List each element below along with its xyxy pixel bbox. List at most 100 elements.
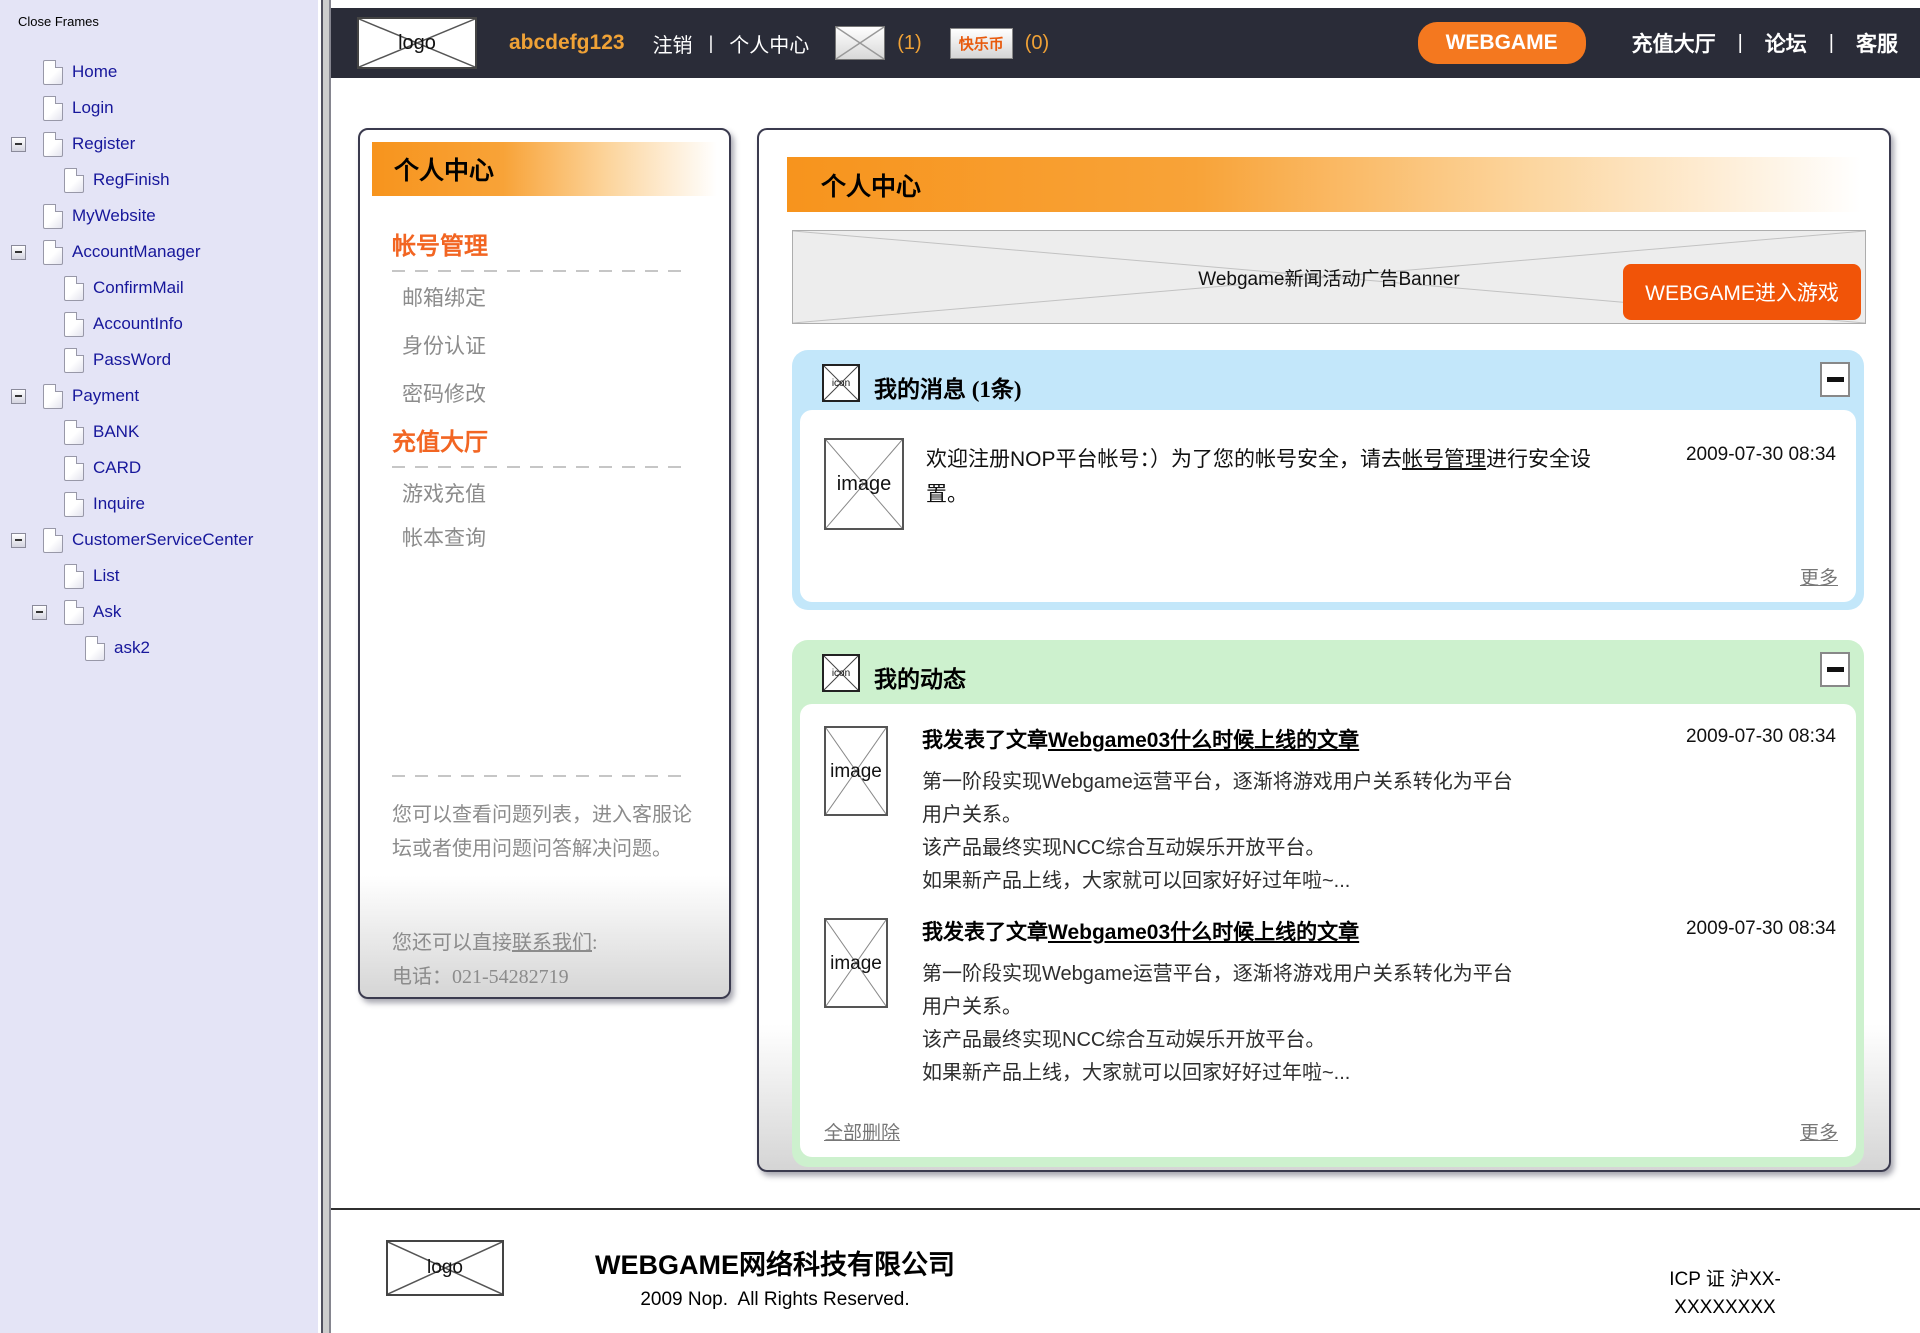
customer-service-link[interactable]: 客服 (1856, 28, 1898, 58)
sidebar-item-label: AccountInfo (93, 314, 183, 334)
page-icon (43, 240, 63, 265)
feed-article-link[interactable]: Webgame03什么时候上线的文章 (1048, 921, 1359, 944)
message-text: 欢迎注册NOP平台帐号：）为了您的帐号安全，请去帐号管理进行安全设置。 (926, 442, 1616, 512)
sidebar-item-mywebsite[interactable]: MyWebsite (0, 198, 318, 234)
menu-item-identity[interactable]: 身份认证 (402, 330, 486, 360)
sidebar-item-ask[interactable]: Ask (0, 594, 318, 630)
page-icon (43, 528, 63, 553)
menu-item-ledger[interactable]: 帐本查询 (402, 522, 486, 552)
username[interactable]: abcdefg123 (509, 31, 625, 55)
feed-image-placeholder: image (824, 726, 888, 816)
sidebar-item-confirmmail[interactable]: ConfirmMail (0, 270, 318, 306)
sidebar-item-label: List (93, 566, 119, 586)
collapse-icon[interactable] (11, 389, 26, 404)
contact-line: 您还可以直接联系我们: (392, 926, 598, 955)
recharge-hall-link[interactable]: 充值大厅 (1632, 28, 1716, 58)
close-frames-link[interactable]: Close Frames (18, 14, 99, 29)
happy-coin-badge[interactable]: 快乐币 (950, 28, 1013, 59)
forum-link[interactable]: 论坛 (1765, 28, 1807, 58)
menu-item-mail-bind[interactable]: 邮箱绑定 (402, 282, 486, 312)
feed-article-link[interactable]: Webgame03什么时候上线的文章 (1048, 729, 1359, 752)
separator: | (1829, 32, 1834, 55)
feed-item-title: 我发表了文章Webgame03什么时候上线的文章 (922, 724, 1359, 754)
sidebar-item-home[interactable]: Home (0, 54, 318, 90)
frames-sidebar: Close Frames Home Login Register RegFini… (0, 0, 318, 1333)
top-bar: logo abcdefg123 注销 | 个人中心 (1) 快乐币 (0) WE… (331, 8, 1920, 78)
feed-more-link[interactable]: 更多 (1800, 1118, 1838, 1145)
enter-game-button[interactable]: WEBGAME进入游戏 (1623, 264, 1861, 320)
collapse-icon[interactable] (32, 605, 47, 620)
minimize-button[interactable] (1820, 652, 1850, 687)
sidebar-item-ask2[interactable]: ask2 (0, 630, 318, 666)
sidebar-item-regfinish[interactable]: RegFinish (0, 162, 318, 198)
page: Close Frames Home Login Register RegFini… (0, 0, 1920, 1333)
page-icon (43, 60, 63, 85)
frame-divider[interactable] (318, 0, 331, 1333)
sidebar-item-label: Ask (93, 602, 121, 622)
icp-license: ICP 证 沪XX- XXXXXXXX (1620, 1266, 1830, 1322)
page-icon (64, 600, 84, 625)
messages-more-link[interactable]: 更多 (1800, 563, 1838, 590)
site-logo[interactable]: logo (357, 17, 477, 69)
mail-count: (1) (897, 32, 921, 55)
message-image-placeholder: image (824, 438, 904, 530)
sidebar-item-payment[interactable]: Payment (0, 378, 318, 414)
page-icon (64, 348, 84, 373)
footer-divider (331, 1208, 1920, 1210)
sidebar-item-password[interactable]: PassWord (0, 342, 318, 378)
collapse-icon[interactable] (11, 245, 26, 260)
feed-item: image 我发表了文章Webgame03什么时候上线的文章 2009-07-3… (800, 722, 1856, 914)
sidebar-item-login[interactable]: Login (0, 90, 318, 126)
collapse-icon[interactable] (11, 533, 26, 548)
page-icon (43, 132, 63, 157)
delete-all-link[interactable]: 全部删除 (824, 1118, 900, 1145)
menu-item-password[interactable]: 密码修改 (402, 378, 486, 408)
page-icon (64, 564, 84, 589)
dashed-divider (392, 270, 682, 272)
logout-link[interactable]: 注销 (653, 29, 693, 58)
sidebar-item-customerservicecenter[interactable]: CustomerServiceCenter (0, 522, 318, 558)
page-icon (43, 384, 63, 409)
feed-icon: icon (822, 654, 860, 692)
account-manage-link[interactable]: 帐号管理 (1402, 448, 1486, 471)
message-time: 2009-07-30 08:34 (1686, 444, 1836, 466)
page-icon (64, 456, 84, 481)
dashed-divider (392, 775, 682, 777)
minimize-button[interactable] (1820, 362, 1850, 397)
minimize-icon (1827, 667, 1844, 672)
sidebar-item-label: CARD (93, 458, 141, 478)
sidebar-item-label: Home (72, 62, 117, 82)
sidebar-item-register[interactable]: Register (0, 126, 318, 162)
page-icon (64, 312, 84, 337)
sidebar-item-inquire[interactable]: Inquire (0, 486, 318, 522)
left-panel: 个人中心 帐号管理 邮箱绑定 身份认证 密码修改 充值大厅 游戏充值 帐本查询 … (358, 128, 731, 999)
sidebar-item-card[interactable]: CARD (0, 450, 318, 486)
webgame-button[interactable]: WEBGAME (1418, 22, 1586, 64)
menu-item-game-recharge[interactable]: 游戏充值 (402, 478, 486, 508)
sidebar-item-bank[interactable]: BANK (0, 414, 318, 450)
sidebar-item-label: MyWebsite (72, 206, 156, 226)
page-icon (64, 420, 84, 445)
sidebar-item-label: BANK (93, 422, 139, 442)
contact-us-link[interactable]: 联系我们 (512, 932, 592, 954)
sidebar-item-label: Register (72, 134, 135, 154)
frames-tree: Home Login Register RegFinish MyWebsite … (0, 54, 318, 666)
page-icon (64, 168, 84, 193)
sidebar-item-accountmanager[interactable]: AccountManager (0, 234, 318, 270)
feed-item-time: 2009-07-30 08:34 (1686, 918, 1836, 940)
feed-item-title: 我发表了文章Webgame03什么时候上线的文章 (922, 916, 1359, 946)
minimize-icon (1827, 377, 1844, 382)
personal-center-link[interactable]: 个人中心 (729, 29, 809, 58)
company-name: WEBGAME网络科技有限公司 (470, 1243, 1080, 1282)
mail-icon[interactable] (835, 26, 885, 60)
feed-item-time: 2009-07-30 08:34 (1686, 726, 1836, 748)
sidebar-item-list[interactable]: List (0, 558, 318, 594)
sidebar-item-accountinfo[interactable]: AccountInfo (0, 306, 318, 342)
feed-item-body: 第一阶段实现Webgame运营平台，逐渐将游戏用户关系转化为平台用户关系。该产品… (922, 958, 1513, 1090)
main-panel: 个人中心 Webgame新闻活动广告Banner WEBGAME进入游戏 ico… (757, 128, 1891, 1172)
coin-count: (0) (1025, 32, 1049, 55)
separator: | (709, 33, 714, 54)
page-icon (85, 636, 105, 661)
left-panel-title: 个人中心 (372, 142, 717, 196)
collapse-icon[interactable] (11, 137, 26, 152)
